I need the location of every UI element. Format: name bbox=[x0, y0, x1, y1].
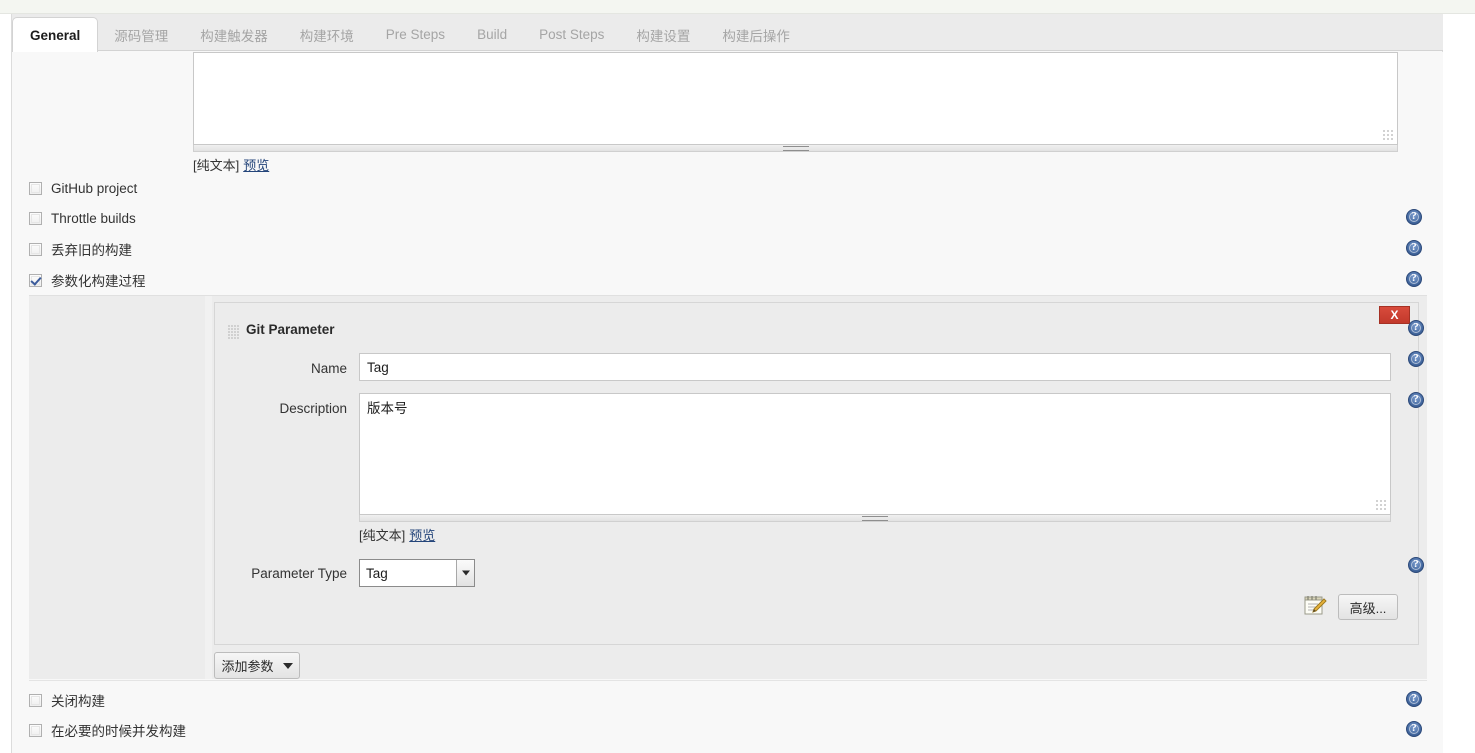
tab-post-steps[interactable]: Post Steps bbox=[523, 17, 620, 52]
plain-text-label: [纯文本] bbox=[193, 158, 240, 173]
add-parameter-button[interactable]: 添加参数 bbox=[214, 652, 300, 679]
notepad-pencil-icon[interactable] bbox=[1303, 594, 1327, 616]
option-label-parameterized-build[interactable]: 参数化构建过程 bbox=[51, 270, 146, 290]
top-strip bbox=[0, 0, 1475, 14]
option-label-throttle-builds[interactable]: Throttle builds bbox=[51, 211, 136, 226]
tab-构建后操作[interactable]: 构建后操作 bbox=[706, 17, 806, 52]
parameter-region-gutter bbox=[205, 296, 212, 679]
help-icon-disable-build[interactable] bbox=[1406, 691, 1422, 707]
checkbox-disable-build[interactable] bbox=[29, 693, 42, 707]
git-parameter-title: Git Parameter bbox=[246, 322, 335, 337]
help-icon-description[interactable] bbox=[1408, 392, 1424, 408]
help-icon-name[interactable] bbox=[1408, 351, 1424, 367]
help-icon-git-parameter[interactable] bbox=[1408, 320, 1424, 336]
right-gutter bbox=[1444, 14, 1475, 753]
option-row-discard-old-builds[interactable]: 丢弃旧的构建 bbox=[29, 240, 132, 258]
plain-text-label: [纯文本] bbox=[359, 528, 406, 543]
config-form-body: [纯文本] 预览 GitHub project Throttle builds 丢… bbox=[12, 52, 1443, 753]
git-parameter-panel: Git Parameter X Name Description [纯文本]预览 bbox=[214, 302, 1424, 645]
help-icon-throttle-builds[interactable] bbox=[1406, 209, 1422, 225]
description-textarea-wrap bbox=[359, 393, 1391, 515]
tab-构建触发器[interactable]: 构建触发器 bbox=[184, 17, 284, 52]
option-label-disable-build[interactable]: 关闭构建 bbox=[51, 690, 105, 710]
name-input[interactable] bbox=[359, 353, 1391, 381]
drag-handle-icon[interactable] bbox=[228, 325, 239, 339]
job-description-textarea[interactable] bbox=[193, 52, 1398, 145]
caret-down-icon bbox=[282, 662, 293, 669]
preview-link[interactable]: 预览 bbox=[409, 528, 435, 543]
option-label-discard-old-builds[interactable]: 丢弃旧的构建 bbox=[51, 239, 132, 259]
checkbox-parameterized-build[interactable] bbox=[29, 273, 42, 287]
preview-link[interactable]: 预览 bbox=[243, 158, 269, 173]
checkbox-github-project[interactable] bbox=[29, 181, 42, 195]
config-tabs: General 源码管理 构建触发器 构建环境 Pre Steps Build Post S… bbox=[12, 17, 806, 53]
job-description-footer: [纯文本] 预览 bbox=[193, 155, 1398, 174]
name-field-label: Name bbox=[310, 361, 347, 376]
help-icon-concurrent-build[interactable] bbox=[1406, 721, 1422, 737]
tab-源码管理[interactable]: 源码管理 bbox=[98, 17, 184, 52]
parameter-type-label: Parameter Type bbox=[251, 566, 347, 581]
chevron-down-icon[interactable] bbox=[456, 560, 474, 586]
checkbox-discard-old-builds[interactable] bbox=[29, 242, 42, 256]
jenkins-job-config-page: General 源码管理 构建触发器 构建环境 Pre Steps Build Post S… bbox=[0, 0, 1475, 753]
option-label-concurrent-build[interactable]: 在必要的时候并发构建 bbox=[51, 720, 186, 740]
job-description-textarea-wrap bbox=[193, 52, 1398, 145]
parameter-type-select[interactable]: Tag bbox=[359, 559, 475, 587]
tab-general[interactable]: General bbox=[12, 17, 99, 53]
option-row-throttle-builds[interactable]: Throttle builds bbox=[29, 209, 136, 227]
description-resize-bar[interactable] bbox=[359, 515, 1391, 522]
section-divider bbox=[29, 680, 1427, 681]
help-icon-discard-old-builds[interactable] bbox=[1406, 240, 1422, 256]
tab-构建设置[interactable]: 构建设置 bbox=[620, 17, 706, 52]
delete-parameter-button[interactable]: X bbox=[1379, 306, 1410, 324]
description-field-label: Description bbox=[279, 401, 347, 416]
help-icon-parameter-type[interactable] bbox=[1408, 557, 1424, 573]
tab-构建环境[interactable]: 构建环境 bbox=[284, 17, 370, 52]
job-description-block: [纯文本] 预览 bbox=[193, 52, 1398, 174]
option-row-concurrent-build[interactable]: 在必要的时候并发构建 bbox=[29, 721, 186, 739]
option-row-github-project[interactable]: GitHub project bbox=[29, 179, 137, 197]
advanced-button[interactable]: 高级... bbox=[1338, 594, 1398, 620]
parameter-type-value: Tag bbox=[366, 565, 388, 581]
tab-pre-steps[interactable]: Pre Steps bbox=[370, 17, 461, 52]
checkbox-throttle-builds[interactable] bbox=[29, 211, 42, 225]
description-textarea[interactable] bbox=[359, 393, 1391, 515]
job-description-resize-bar[interactable] bbox=[193, 145, 1398, 152]
option-row-disable-build[interactable]: 关闭构建 bbox=[29, 691, 105, 709]
description-footer: [纯文本] 预览 bbox=[359, 525, 1391, 544]
add-parameter-label: 添加参数 bbox=[221, 659, 274, 674]
option-row-parameterized-build[interactable]: 参数化构建过程 bbox=[29, 271, 146, 289]
tab-build[interactable]: Build bbox=[461, 17, 523, 52]
description-block: [纯文本]预览 bbox=[359, 393, 1391, 544]
checkbox-concurrent-build[interactable] bbox=[29, 723, 42, 737]
parameter-region: Git Parameter X Name Description [纯文本]预览 bbox=[29, 295, 1427, 679]
help-icon-parameterized-build[interactable] bbox=[1406, 271, 1422, 287]
option-label-github-project[interactable]: GitHub project bbox=[51, 181, 137, 196]
